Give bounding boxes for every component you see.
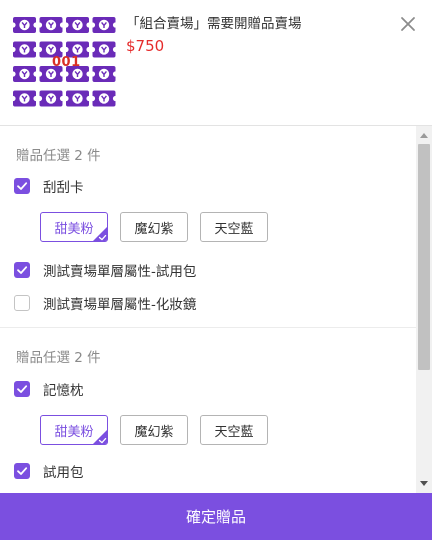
group-title: 贈品任選 2 件 xyxy=(16,148,101,164)
chip-magic-purple[interactable]: 魔幻紫 xyxy=(120,212,188,242)
product-header: 001 「組合賣場」需要開贈品賣場 $750 xyxy=(0,0,432,125)
checkbox-checked[interactable] xyxy=(14,262,30,278)
chip-sky-blue[interactable]: 天空藍 xyxy=(200,212,268,242)
chip-sweet-pink[interactable]: 甜美粉 xyxy=(40,415,108,445)
chip-label: 甜美粉 xyxy=(54,424,94,440)
confirm-gift-button[interactable]: 確定贈品 xyxy=(0,493,432,540)
scroll-down-arrow-icon[interactable] xyxy=(416,477,432,491)
checkbox-unchecked[interactable] xyxy=(14,295,30,311)
check-icon xyxy=(17,385,28,393)
chip-sweet-pink[interactable]: 甜美粉 xyxy=(40,212,108,242)
group-divider xyxy=(0,327,416,328)
chip-magic-purple[interactable]: 魔幻紫 xyxy=(120,415,188,445)
option-label: 試用包 xyxy=(43,465,84,481)
thumbnail-code: 001 xyxy=(52,55,81,70)
option-label: 記憶枕 xyxy=(43,383,84,399)
product-price: $750 xyxy=(126,37,165,55)
gift-option-scratch-card[interactable]: 刮刮卡 xyxy=(14,177,84,196)
gift-option-makeup-mirror[interactable]: 測試賣場單層屬性-化妝鏡 xyxy=(14,294,197,313)
chip-label: 天空藍 xyxy=(214,221,254,237)
group-title: 贈品任選 2 件 xyxy=(16,350,101,366)
option-label: 刮刮卡 xyxy=(43,180,84,196)
checkbox-checked[interactable] xyxy=(14,178,30,194)
chip-label: 魔幻紫 xyxy=(134,424,174,440)
gift-option-memory-pillow[interactable]: 記憶枕 xyxy=(14,380,84,399)
check-corner-icon xyxy=(92,429,107,444)
product-title: 「組合賣場」需要開贈品賣場 xyxy=(126,16,302,32)
gift-option-trial-pack[interactable]: 測試賣場單層屬性-試用包 xyxy=(14,261,197,280)
product-thumbnail: 001 xyxy=(12,14,118,112)
gift-list[interactable]: 贈品任選 2 件 刮刮卡 甜美粉 魔幻紫 天空藍 測試賣場單層屬性-試用包 測試… xyxy=(0,126,432,493)
option-label: 測試賣場單層屬性-化妝鏡 xyxy=(43,297,197,313)
chip-label: 甜美粉 xyxy=(54,221,94,237)
check-icon xyxy=(17,182,28,190)
checkbox-checked[interactable] xyxy=(14,381,30,397)
scrollbar-thumb[interactable] xyxy=(418,144,430,370)
gift-option-trial-pack-2[interactable]: 試用包 xyxy=(14,462,84,481)
check-corner-icon xyxy=(92,226,107,241)
scrollbar[interactable] xyxy=(416,126,432,493)
checkbox-checked[interactable] xyxy=(14,463,30,479)
scroll-up-arrow-icon[interactable] xyxy=(416,128,432,142)
check-icon xyxy=(17,467,28,475)
chip-sky-blue[interactable]: 天空藍 xyxy=(200,415,268,445)
option-label: 測試賣場單層屬性-試用包 xyxy=(43,264,197,280)
chip-label: 天空藍 xyxy=(214,424,254,440)
close-icon[interactable] xyxy=(398,14,418,34)
chip-label: 魔幻紫 xyxy=(134,221,174,237)
check-icon xyxy=(17,266,28,274)
